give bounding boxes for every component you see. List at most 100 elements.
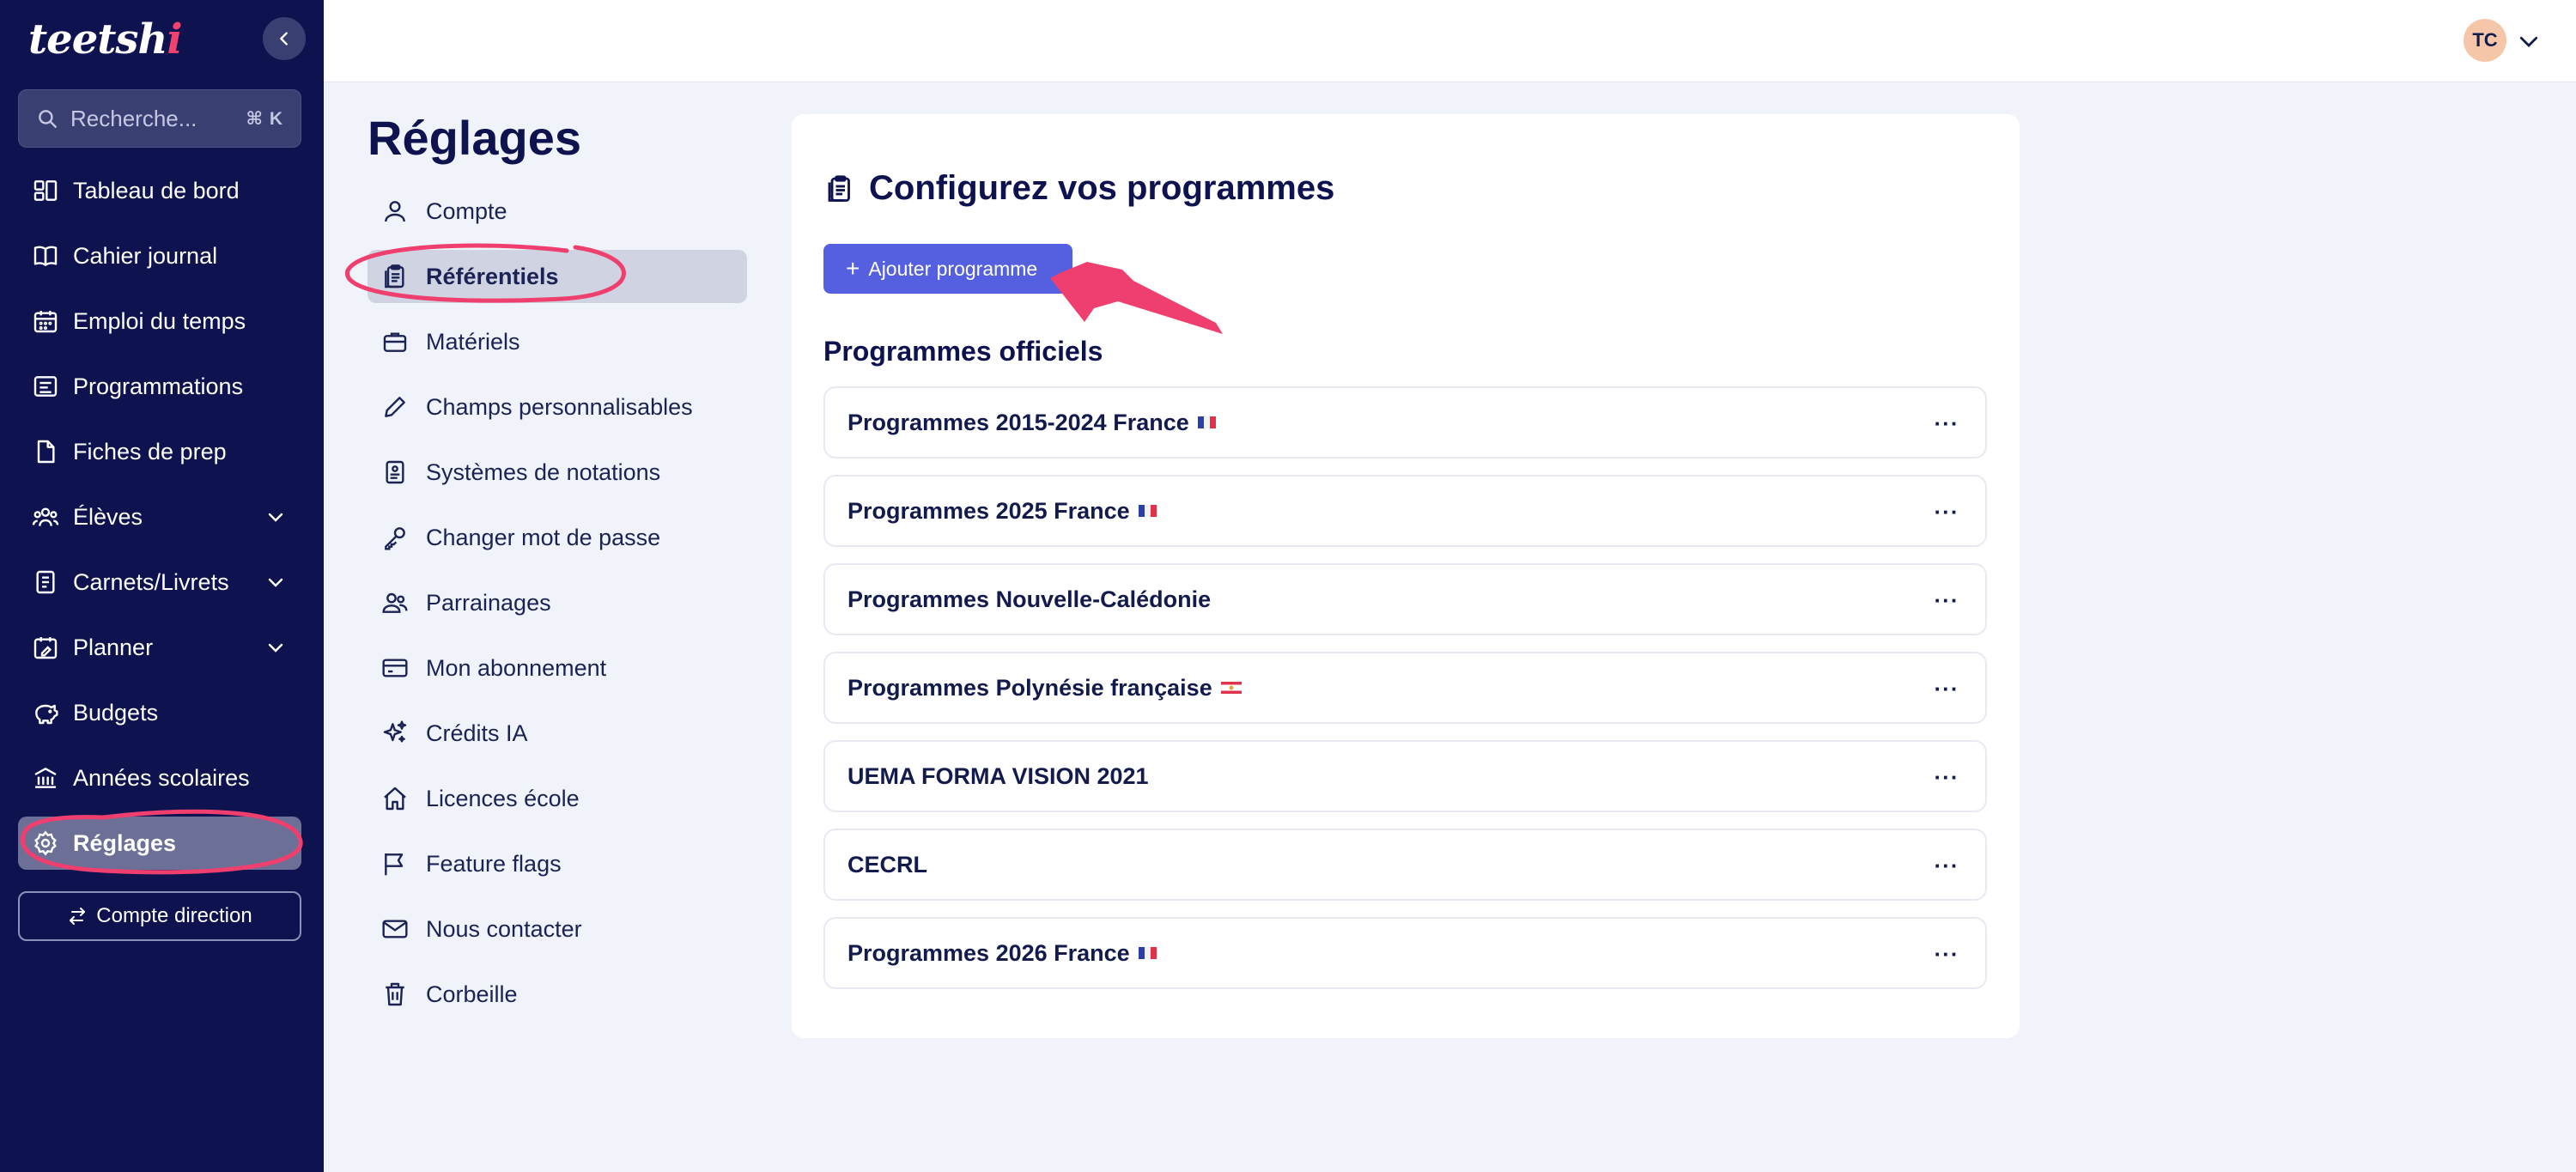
- settings-item-feature-flags[interactable]: Feature flags: [368, 837, 747, 890]
- settings-item-nous-contacter[interactable]: Nous contacter: [368, 902, 747, 956]
- sidebar-item-label: Cahier journal: [73, 242, 218, 269]
- program-row[interactable]: UEMA FORMA VISION 2021 ···: [823, 740, 1987, 812]
- school-icon: [30, 762, 61, 793]
- page-title: Réglages: [368, 111, 581, 165]
- sidebar-item-label: Tableau de bord: [73, 177, 240, 203]
- more-options-button[interactable]: ···: [1934, 941, 1959, 967]
- planner-icon: [30, 632, 61, 663]
- more-options-button[interactable]: ···: [1934, 499, 1959, 525]
- chevron-down-icon[interactable]: [265, 572, 286, 592]
- settings-item-label: Parrainages: [426, 589, 551, 616]
- france-flag-icon: [1138, 947, 1157, 959]
- settings-item-label: Systèmes de notations: [426, 458, 661, 485]
- plus-icon: +: [846, 255, 860, 282]
- polynesia-flag-icon: [1220, 682, 1242, 694]
- chevron-down-icon[interactable]: [265, 637, 286, 658]
- program-name: CECRL: [848, 851, 927, 877]
- programs-card: Configurez vos programmes + Ajouter prog…: [792, 114, 2020, 1038]
- more-options-button[interactable]: ···: [1934, 764, 1959, 790]
- settings-item-label: Licences école: [426, 785, 580, 811]
- calendar-icon: [30, 306, 61, 337]
- pencil-icon: [380, 392, 410, 422]
- program-row[interactable]: Programmes Nouvelle-Calédonie ···: [823, 563, 1987, 635]
- collapse-sidebar-button[interactable]: [263, 17, 306, 60]
- mail-icon: [380, 914, 410, 944]
- sparkles-icon: [380, 718, 410, 749]
- app-logo[interactable]: teetshi: [28, 15, 183, 64]
- chevron-down-icon[interactable]: [2516, 28, 2542, 54]
- settings-item-materiels[interactable]: Matériels: [368, 315, 747, 368]
- search-shortcut: ⌘ K: [246, 108, 283, 129]
- sidebar-item-label: Planner: [73, 634, 154, 660]
- more-options-button[interactable]: ···: [1934, 853, 1959, 878]
- sidebar-item-eleves[interactable]: Élèves: [18, 490, 301, 543]
- search-placeholder: Recherche...: [70, 105, 197, 131]
- sidebar-item-programmations[interactable]: Programmations: [18, 360, 301, 413]
- students-icon: [30, 501, 61, 532]
- sidebar-item-label: Réglages: [73, 829, 177, 856]
- settings-item-referentiels[interactable]: Référentiels: [368, 250, 747, 303]
- sidebar-item-annees-scolaires[interactable]: Années scolaires: [18, 751, 301, 805]
- program-name: Programmes 2025 France: [848, 497, 1130, 524]
- search-input[interactable]: Recherche... ⌘ K: [18, 89, 301, 148]
- sidebar-item-planner[interactable]: Planner: [18, 621, 301, 674]
- sidebar-item-cahier-journal[interactable]: Cahier journal: [18, 229, 301, 282]
- more-options-button[interactable]: ···: [1934, 587, 1959, 613]
- sidebar-item-budgets[interactable]: Budgets: [18, 686, 301, 739]
- settings-item-label: Référentiels: [426, 263, 559, 289]
- program-row[interactable]: Programmes 2025 France ···: [823, 475, 1987, 547]
- sidebar-item-reglages[interactable]: Réglages: [18, 817, 301, 870]
- home-icon: [380, 783, 410, 814]
- credit-card-icon: [380, 653, 410, 683]
- settings-item-label: Nous contacter: [426, 915, 582, 942]
- user-icon: [380, 196, 410, 227]
- sidebar-item-label: Années scolaires: [73, 764, 250, 791]
- more-options-button[interactable]: ···: [1934, 676, 1959, 701]
- compte-direction-button[interactable]: Compte direction: [18, 891, 301, 941]
- settings-item-label: Crédits IA: [426, 720, 528, 746]
- settings-item-mon-abonnement[interactable]: Mon abonnement: [368, 641, 747, 695]
- dashboard-icon: [30, 175, 61, 206]
- switch-arrows-icon: [67, 906, 88, 926]
- france-flag-icon: [1197, 416, 1216, 428]
- settings-item-label: Mon abonnement: [426, 654, 607, 681]
- settings-item-parrainages[interactable]: Parrainages: [368, 576, 747, 629]
- sidebar-item-tableau-de-bord[interactable]: Tableau de bord: [18, 164, 301, 217]
- settings-item-label: Changer mot de passe: [426, 524, 661, 550]
- settings-item-label: Compte: [426, 197, 507, 224]
- program-name: Programmes 2015-2024 France: [848, 409, 1189, 435]
- sidebar-item-carnets-livrets[interactable]: Carnets/Livrets: [18, 556, 301, 609]
- settings-item-credits-ia[interactable]: Crédits IA: [368, 707, 747, 760]
- program-row[interactable]: Programmes 2026 France ···: [823, 917, 1987, 989]
- program-name: Programmes Nouvelle-Calédonie: [848, 586, 1212, 612]
- chevron-down-icon[interactable]: [265, 507, 286, 527]
- program-row[interactable]: Programmes 2015-2024 France ···: [823, 386, 1987, 458]
- more-options-button[interactable]: ···: [1934, 410, 1959, 436]
- briefcase-icon: [380, 326, 410, 357]
- program-row[interactable]: Programmes Polynésie française ···: [823, 652, 1987, 724]
- gear-icon: [30, 828, 61, 859]
- list-icon: [30, 371, 61, 402]
- settings-item-label: Corbeille: [426, 981, 518, 1007]
- settings-item-label: Champs personnalisables: [426, 393, 693, 420]
- clipboard-icon: [824, 173, 855, 204]
- file-icon: [30, 436, 61, 467]
- sidebar-item-fiches-de-prep[interactable]: Fiches de prep: [18, 425, 301, 478]
- settings-item-licences-ecole[interactable]: Licences école: [368, 772, 747, 825]
- sidebar-item-emploi-du-temps[interactable]: Emploi du temps: [18, 295, 301, 348]
- add-program-button[interactable]: + Ajouter programme: [823, 244, 1072, 294]
- grading-icon: [380, 457, 410, 488]
- settings-item-corbeille[interactable]: Corbeille: [368, 968, 747, 1021]
- settings-item-compte[interactable]: Compte: [368, 185, 747, 238]
- settings-item-champs-personnalisables[interactable]: Champs personnalisables: [368, 380, 747, 434]
- settings-item-systemes-de-notations[interactable]: Systèmes de notations: [368, 446, 747, 499]
- key-icon: [380, 522, 410, 553]
- trash-icon: [380, 979, 410, 1010]
- sidebar-item-label: Élèves: [73, 503, 143, 530]
- program-row[interactable]: CECRL ···: [823, 829, 1987, 901]
- sidebar-item-label: Fiches de prep: [73, 438, 227, 465]
- settings-item-changer-mot-de-passe[interactable]: Changer mot de passe: [368, 511, 747, 564]
- program-name: Programmes Polynésie française: [848, 674, 1212, 701]
- user-avatar[interactable]: TC: [2464, 19, 2506, 62]
- settings-item-label: Feature flags: [426, 850, 562, 877]
